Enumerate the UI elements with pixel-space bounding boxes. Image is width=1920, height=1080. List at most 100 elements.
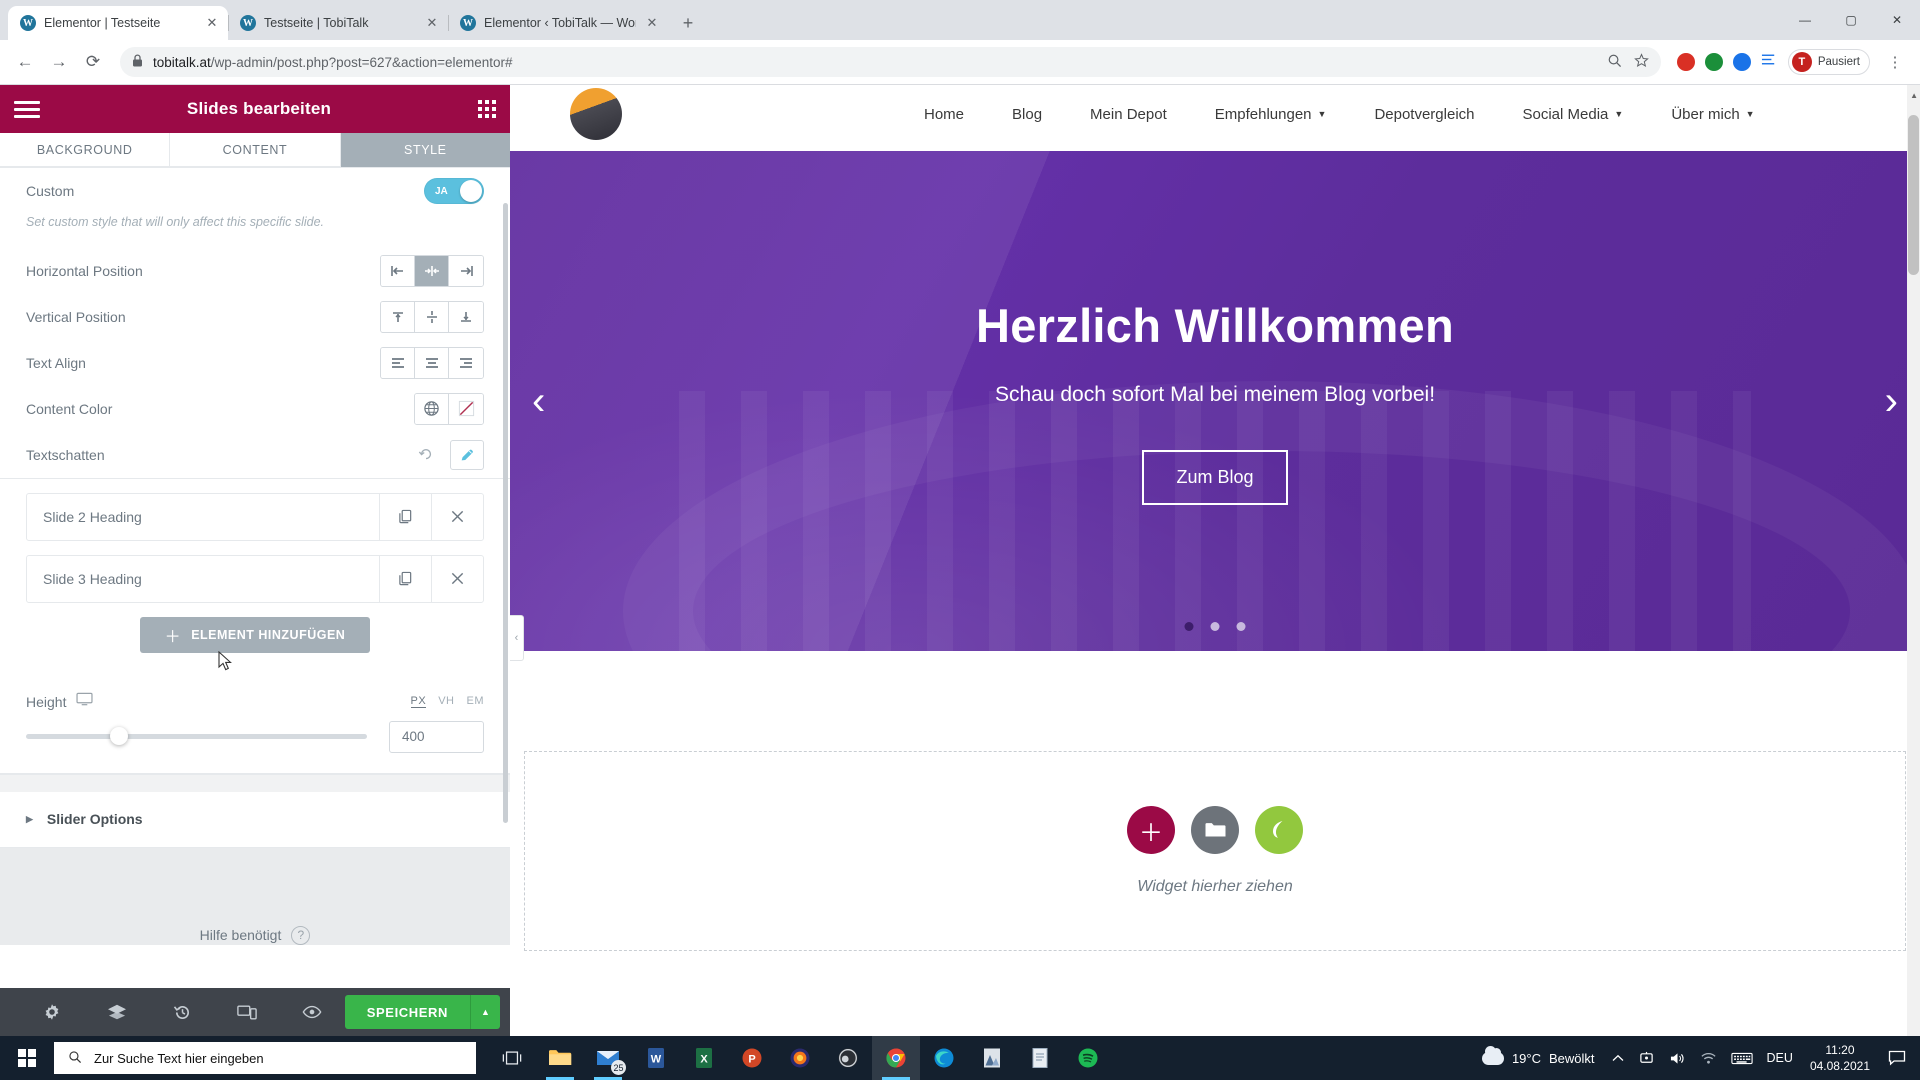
responsive-mode-icon[interactable] (215, 988, 280, 1036)
custom-toggle[interactable]: JA (424, 178, 484, 204)
network-icon[interactable] (1693, 1036, 1724, 1080)
layers-icon[interactable] (85, 988, 150, 1036)
align-top-icon[interactable] (381, 301, 415, 332)
unit-vh[interactable]: VH (438, 695, 454, 708)
back-icon[interactable]: ← (10, 47, 40, 77)
address-bar[interactable]: tobitalk.at/wp-admin/post.php?post=627&a… (120, 47, 1661, 77)
template-library-button[interactable] (1191, 806, 1239, 854)
preview-scrollbar[interactable]: ▲ (1907, 85, 1920, 1036)
nav-item-mein-depot[interactable]: Mein Depot (1066, 106, 1191, 123)
close-window-button[interactable]: ✕ (1874, 0, 1920, 40)
settings-gear-icon[interactable] (20, 988, 85, 1036)
maximize-button[interactable]: ▢ (1828, 0, 1874, 40)
chevron-up-icon[interactable] (1605, 1036, 1631, 1080)
slider-dot-1[interactable] (1184, 622, 1194, 631)
word-icon[interactable]: W (632, 1036, 680, 1080)
nav-item-depotvergleich[interactable]: Depotvergleich (1350, 106, 1498, 123)
weather-widget[interactable]: 19°C Bewölkt (1472, 1045, 1605, 1066)
grid-apps-icon[interactable] (478, 100, 496, 118)
slider-next-button[interactable]: › (1885, 381, 1898, 421)
text-align-right-icon[interactable] (449, 347, 483, 378)
scrollbar-thumb[interactable] (1908, 115, 1919, 275)
slider-thumb[interactable] (109, 727, 128, 745)
close-icon[interactable] (431, 493, 483, 540)
minimize-button[interactable]: — (1782, 0, 1828, 40)
powerpoint-icon[interactable]: P (728, 1036, 776, 1080)
align-middle-icon[interactable] (415, 301, 449, 332)
save-button[interactable]: SPEICHERN (344, 995, 471, 1029)
slider-prev-button[interactable]: ‹ (532, 381, 545, 421)
hamburger-icon[interactable] (14, 100, 40, 118)
excel-icon[interactable]: X (680, 1036, 728, 1080)
globe-icon[interactable] (415, 393, 449, 424)
panel-scrollbar[interactable] (503, 203, 508, 823)
help-link[interactable]: Hilfe benötigt ? (200, 925, 311, 945)
close-icon[interactable]: ✕ (204, 15, 220, 31)
nav-item-empfehlungen[interactable]: Empfehlungen ▼ (1191, 106, 1351, 123)
reload-icon[interactable]: ⟳ (78, 47, 108, 77)
height-slider[interactable] (26, 727, 367, 745)
reset-icon[interactable] (412, 441, 440, 469)
notepad-icon[interactable] (1016, 1036, 1064, 1080)
duplicate-icon[interactable] (379, 493, 431, 540)
no-color-icon[interactable] (449, 393, 483, 424)
edge-icon[interactable] (920, 1036, 968, 1080)
search-input[interactable]: Zur Suche Text hier eingeben (54, 1042, 476, 1074)
firefox-icon[interactable] (776, 1036, 824, 1080)
slider-options-accordion[interactable]: ▶ Slider Options (0, 791, 510, 848)
add-widget-button[interactable]: ＋ (1127, 806, 1175, 854)
bookmark-star-icon[interactable] (1633, 53, 1649, 71)
language-indicator[interactable]: DEU (1760, 1036, 1800, 1080)
unit-px[interactable]: PX (410, 695, 427, 708)
task-view-icon[interactable] (488, 1036, 536, 1080)
chrome-icon[interactable] (872, 1036, 920, 1080)
tab-background[interactable]: BACKGROUND (0, 133, 171, 167)
align-right-icon[interactable] (449, 255, 483, 286)
duplicate-icon[interactable] (379, 555, 431, 602)
spotify-icon[interactable] (1064, 1036, 1112, 1080)
kebab-menu-icon[interactable]: ⋮ (1880, 47, 1910, 77)
desktop-icon[interactable] (76, 692, 410, 711)
mail-icon[interactable]: 25 (584, 1036, 632, 1080)
scroll-up-icon[interactable]: ▲ (1910, 91, 1918, 100)
edit-pencil-icon[interactable] (450, 439, 484, 470)
history-icon[interactable] (150, 988, 215, 1036)
action-center-icon[interactable] (1880, 1036, 1914, 1080)
clock[interactable]: 11:20 04.08.2021 (1800, 1042, 1880, 1074)
close-icon[interactable]: ✕ (644, 15, 660, 31)
extension-red-icon[interactable] (1676, 53, 1695, 71)
keyboard-icon[interactable] (1724, 1036, 1760, 1080)
add-item-button[interactable]: ＋ ELEMENT HINZUFÜGEN (140, 616, 370, 653)
align-left-icon[interactable] (381, 255, 415, 286)
nav-item-home[interactable]: Home (900, 106, 988, 123)
widget-dropzone[interactable]: ＋ Widget hierher ziehen (524, 751, 1906, 951)
windows-start-icon[interactable] (0, 1036, 54, 1080)
onedrive-icon[interactable] (1631, 1036, 1662, 1080)
slide-cta-button[interactable]: Zum Blog (1142, 449, 1288, 505)
tab-content[interactable]: CONTENT (170, 133, 341, 167)
forward-icon[interactable]: → (44, 47, 74, 77)
chevron-up-icon[interactable]: ▲ (470, 995, 501, 1029)
volume-icon[interactable] (1662, 1036, 1693, 1080)
close-icon[interactable] (431, 555, 483, 602)
repeater-item-slide-3[interactable]: Slide 3 Heading (26, 554, 484, 603)
text-align-center-icon[interactable] (415, 347, 449, 378)
height-value-input[interactable]: 400 (389, 720, 484, 753)
text-align-left-icon[interactable] (381, 347, 415, 378)
browser-tab-1[interactable]: W Testseite | TobiTalk ✕ (228, 6, 448, 40)
slider-dot-2[interactable] (1210, 622, 1220, 631)
preview-eye-icon[interactable] (280, 988, 345, 1036)
photos-icon[interactable] (968, 1036, 1016, 1080)
slider-dot-3[interactable] (1236, 622, 1246, 631)
unit-em[interactable]: EM (467, 695, 485, 708)
nav-item-uber-mich[interactable]: Über mich ▼ (1647, 106, 1778, 123)
file-explorer-icon[interactable] (536, 1036, 584, 1080)
obs-icon[interactable] (824, 1036, 872, 1080)
nav-item-social-media[interactable]: Social Media ▼ (1499, 106, 1648, 123)
align-bottom-icon[interactable] (449, 301, 483, 332)
new-tab-button[interactable]: + (674, 9, 702, 37)
browser-tab-0[interactable]: W Elementor | Testseite ✕ (8, 6, 228, 40)
extension-blue-icon[interactable] (1732, 53, 1751, 71)
repeater-item-slide-2[interactable]: Slide 2 Heading (26, 492, 484, 541)
panel-collapse-button[interactable]: ‹ (510, 615, 524, 661)
